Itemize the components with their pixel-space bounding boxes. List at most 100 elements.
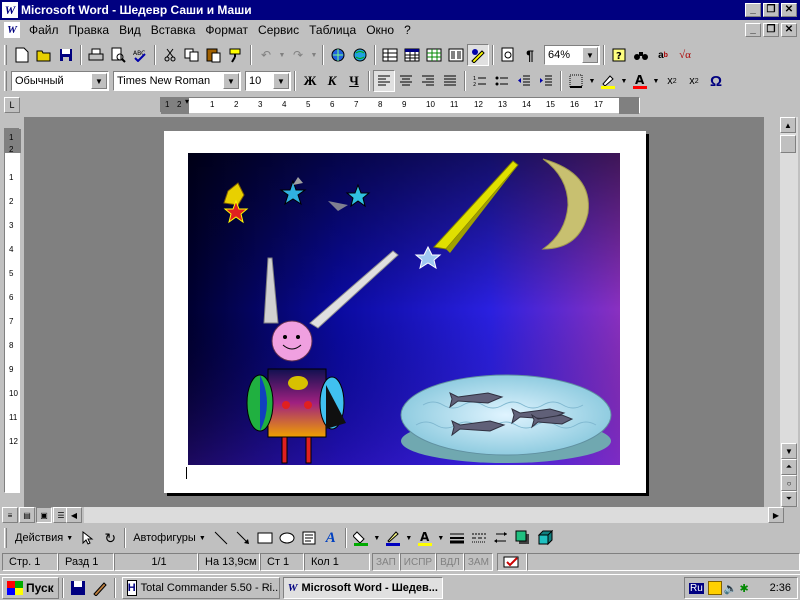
- 3d-icon[interactable]: [534, 527, 556, 549]
- web-view-icon[interactable]: ▤: [19, 507, 35, 523]
- document-map-icon[interactable]: [497, 44, 519, 66]
- highlight-dropdown-icon[interactable]: ▼: [619, 70, 629, 92]
- vertical-scrollbar[interactable]: ▲ ▼ ⏶ ○ ⏷: [780, 117, 798, 507]
- hyperlink-icon[interactable]: [327, 44, 349, 66]
- rectangle-tool-icon[interactable]: [254, 527, 276, 549]
- free-rotate-icon[interactable]: ↻: [99, 527, 121, 549]
- menu-table[interactable]: Таблица: [304, 23, 361, 37]
- line-color-dropdown-icon[interactable]: ▼: [404, 527, 414, 549]
- line-color-icon[interactable]: [382, 527, 404, 549]
- restore-button[interactable]: ❐: [763, 3, 779, 17]
- italic-button[interactable]: К: [321, 70, 343, 92]
- insert-excel-icon[interactable]: [423, 44, 445, 66]
- tables-borders-icon[interactable]: [379, 44, 401, 66]
- quicklaunch-pen-icon[interactable]: [89, 577, 111, 599]
- menu-file[interactable]: Файл: [24, 23, 64, 37]
- menu-view[interactable]: Вид: [114, 23, 146, 37]
- actions-menu[interactable]: Действия ▼: [11, 527, 77, 549]
- tray-speaker-icon[interactable]: 🔈: [724, 582, 738, 595]
- superscript-icon[interactable]: x2: [683, 70, 705, 92]
- word-app-icon[interactable]: W: [2, 2, 18, 18]
- fill-color-dropdown-icon[interactable]: ▼: [372, 527, 382, 549]
- undo-dropdown-icon[interactable]: ▼: [277, 44, 287, 66]
- next-page-icon[interactable]: ⏷: [781, 491, 797, 507]
- help-icon[interactable]: ?: [608, 44, 630, 66]
- numbering-icon[interactable]: 12: [469, 70, 491, 92]
- shadow-icon[interactable]: [512, 527, 534, 549]
- print-icon[interactable]: [85, 44, 107, 66]
- menu-window[interactable]: Окно: [361, 23, 399, 37]
- status-mode-rec[interactable]: ЗАП: [372, 553, 400, 571]
- menu-tools[interactable]: Сервис: [253, 23, 304, 37]
- dash-style-icon[interactable]: [468, 527, 490, 549]
- special-chars-icon[interactable]: ab: [652, 44, 674, 66]
- chevron-down-icon[interactable]: ▼: [273, 73, 289, 89]
- horizontal-scrollbar[interactable]: [84, 507, 768, 523]
- normal-view-icon[interactable]: ≡: [2, 507, 18, 523]
- doc-close-button[interactable]: ✕: [781, 23, 797, 37]
- menu-edit[interactable]: Правка: [64, 23, 115, 37]
- new-document-icon[interactable]: [11, 44, 33, 66]
- highlight-icon[interactable]: [597, 70, 619, 92]
- page-view-icon[interactable]: ▣: [36, 507, 52, 523]
- size-combo[interactable]: 10 ▼: [245, 71, 291, 91]
- draw-font-color-icon[interactable]: A: [414, 527, 436, 549]
- drawing-picture[interactable]: [188, 153, 620, 465]
- open-folder-icon[interactable]: [33, 44, 55, 66]
- paste-icon[interactable]: [203, 44, 225, 66]
- find-binoculars-icon[interactable]: [630, 44, 652, 66]
- format-painter-icon[interactable]: [225, 44, 247, 66]
- status-mode-ovr[interactable]: ЗАМ: [463, 553, 493, 571]
- document-icon[interactable]: W: [4, 22, 20, 38]
- close-button[interactable]: ✕: [781, 3, 797, 17]
- wordart-icon[interactable]: A: [320, 527, 342, 549]
- style-combo[interactable]: Обычный ▼: [11, 71, 109, 91]
- equation-icon[interactable]: √α: [674, 44, 696, 66]
- quicklaunch-save-icon[interactable]: [67, 577, 89, 599]
- menu-format[interactable]: Формат: [200, 23, 253, 37]
- scroll-down-icon[interactable]: ▼: [781, 443, 797, 459]
- arrow-style-icon[interactable]: [490, 527, 512, 549]
- status-mode-trk[interactable]: ИСПР: [399, 553, 437, 571]
- fill-color-icon[interactable]: [350, 527, 372, 549]
- bullets-icon[interactable]: [491, 70, 513, 92]
- web-toolbar-icon[interactable]: [349, 44, 371, 66]
- align-right-icon[interactable]: [417, 70, 439, 92]
- start-button[interactable]: Пуск: [2, 576, 59, 599]
- redo-icon[interactable]: ↷: [287, 44, 309, 66]
- copy-icon[interactable]: [181, 44, 203, 66]
- font-color-dropdown-icon[interactable]: ▼: [651, 70, 661, 92]
- menu-insert[interactable]: Вставка: [146, 23, 201, 37]
- underline-button[interactable]: Ч: [343, 70, 365, 92]
- document-page[interactable]: [164, 131, 646, 493]
- horizontal-ruler[interactable]: 1 2 1 2 3 4 5 6 7 8 9 10 11 12 13 14 15 16 17 ▾: [160, 97, 640, 114]
- tab-stop-selector[interactable]: L: [4, 97, 20, 113]
- task-word[interactable]: W Microsoft Word - Шедев...: [282, 576, 443, 599]
- justify-icon[interactable]: [439, 70, 461, 92]
- text-box-icon[interactable]: [298, 527, 320, 549]
- spelling-icon[interactable]: ABC: [129, 44, 151, 66]
- cut-icon[interactable]: [159, 44, 181, 66]
- scroll-left-icon[interactable]: ◀: [66, 507, 82, 523]
- align-left-icon[interactable]: [373, 70, 395, 92]
- bold-button[interactable]: Ж: [299, 70, 321, 92]
- borders-dropdown-icon[interactable]: ▼: [587, 70, 597, 92]
- oval-tool-icon[interactable]: [276, 527, 298, 549]
- borders-icon[interactable]: [565, 70, 587, 92]
- task-total-commander[interactable]: H Total Commander 5.50 - Ri...: [121, 576, 280, 599]
- arrow-tool-icon[interactable]: [232, 527, 254, 549]
- status-mode-ext[interactable]: ВДЛ: [436, 553, 464, 571]
- font-color-icon[interactable]: A: [629, 70, 651, 92]
- chevron-down-icon[interactable]: ▼: [223, 73, 239, 89]
- language-indicator[interactable]: Ru: [689, 582, 704, 594]
- scroll-thumb[interactable]: [780, 135, 796, 153]
- subscript-icon[interactable]: x2: [661, 70, 683, 92]
- vertical-ruler[interactable]: 1 2 1 2 3 4 5 6 7 8 9 10 11 12: [4, 128, 21, 493]
- align-center-icon[interactable]: [395, 70, 417, 92]
- increase-indent-icon[interactable]: [535, 70, 557, 92]
- select-objects-icon[interactable]: [77, 527, 99, 549]
- draw-font-color-dropdown-icon[interactable]: ▼: [436, 527, 446, 549]
- undo-icon[interactable]: ↶: [255, 44, 277, 66]
- symbol-omega-icon[interactable]: Ω: [705, 70, 727, 92]
- font-combo[interactable]: Times New Roman ▼: [113, 71, 241, 91]
